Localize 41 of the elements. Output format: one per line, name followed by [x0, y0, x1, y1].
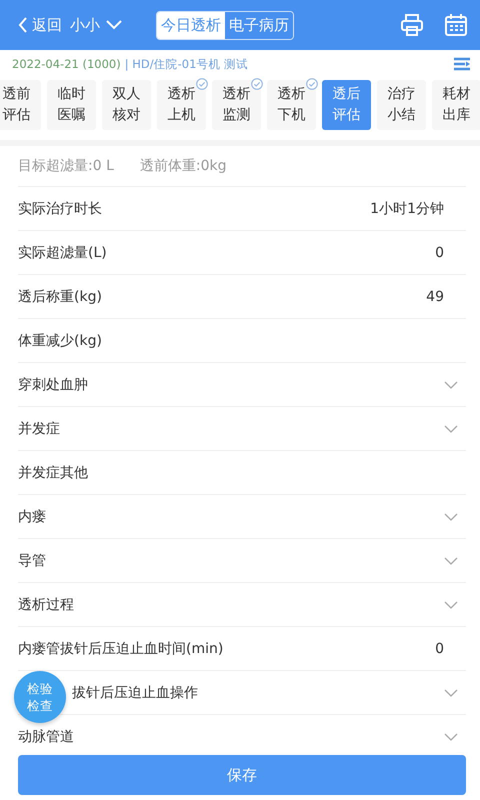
field-label: 导管: [18, 552, 46, 570]
field-label: 内瘘: [18, 508, 46, 526]
menu-icon[interactable]: [454, 57, 470, 71]
field-value: 0: [435, 640, 444, 656]
field-value: 0: [435, 244, 444, 260]
field-label: 穿刺处血肿: [18, 376, 88, 394]
step-tab[interactable]: 透析 下机: [267, 80, 316, 130]
field-label: 拔针后压迫止血操作: [72, 684, 198, 702]
field-label: 透析过程: [18, 596, 74, 614]
chevron-down-icon: [444, 556, 458, 564]
field-label: 并发症其他: [18, 464, 88, 482]
step-tab[interactable]: 透析 监测: [212, 80, 261, 130]
calendar-icon[interactable]: [444, 13, 468, 37]
summary-text: 目标超滤量:0 L: [18, 157, 114, 175]
field-label: 实际超滤量(L): [18, 244, 107, 262]
field-label: 并发症: [18, 420, 60, 438]
step-tab[interactable]: 临时 医嘱: [47, 80, 96, 130]
field-label: 透后称重(kg): [18, 288, 102, 306]
field-label: 内瘘管拔针后压迫止血时间(min): [18, 640, 224, 658]
print-icon[interactable]: [400, 13, 424, 37]
caret-icon: [106, 20, 122, 30]
machine-info: | HD/住院-01号机 测试: [124, 56, 248, 72]
field-label: 体重减少(kg): [18, 332, 102, 350]
step-tab[interactable]: 治疗 小结: [377, 80, 426, 130]
chevron-down-icon: [444, 380, 458, 388]
field-label: 实际治疗时长: [18, 200, 102, 218]
field-label: 动脉管道: [18, 728, 74, 746]
chevron-down-icon: [444, 424, 458, 432]
chevron-down-icon: [444, 600, 458, 608]
field-value: 1小时1分钟: [370, 200, 444, 218]
step-tab[interactable]: 透析 上机: [157, 80, 206, 130]
step-tab[interactable]: 透前 评估: [0, 80, 41, 130]
step-tab[interactable]: 耗材 出库: [432, 80, 480, 130]
summary-text: 透前体重:0kg: [140, 157, 226, 175]
field-value: 49: [426, 288, 444, 304]
back-icon: [18, 17, 28, 33]
step-tab[interactable]: 双人 核对: [102, 80, 151, 130]
chevron-down-icon: [444, 512, 458, 520]
chevron-down-icon: [444, 688, 458, 696]
session-date: 2022-04-21 (1000): [12, 57, 121, 71]
chevron-down-icon: [444, 732, 458, 740]
